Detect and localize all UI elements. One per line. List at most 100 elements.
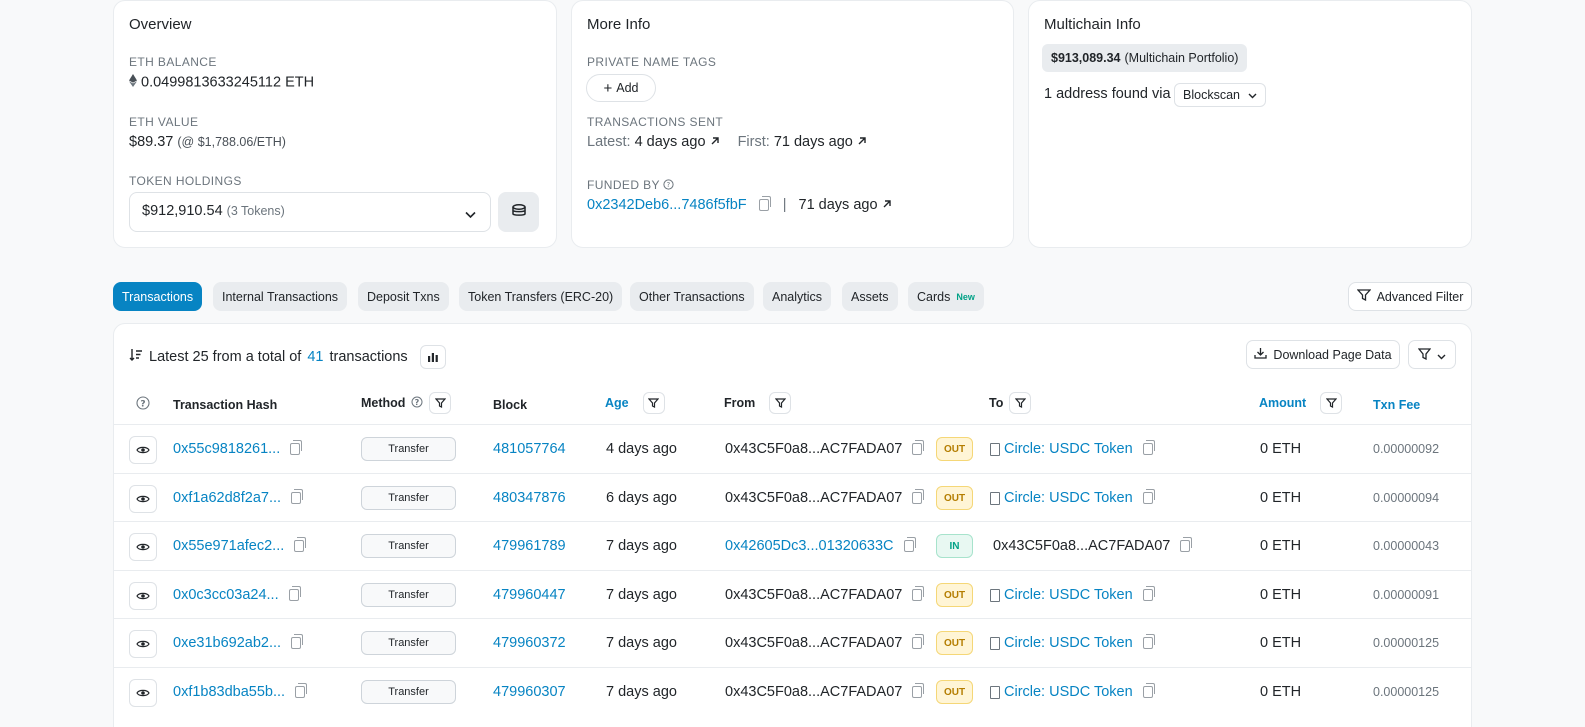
amount-cell: 0 ETH: [1260, 490, 1302, 506]
tx-hash-link[interactable]: 0xf1a62d8f2a7...: [173, 490, 281, 506]
filter-icon: [1356, 289, 1372, 304]
copy-icon[interactable]: [1142, 489, 1155, 504]
tab-internal-transactions[interactable]: Internal Transactions: [213, 282, 348, 311]
direction-badge: OUT: [936, 486, 973, 510]
to-address[interactable]: 0x43C5F0a8...AC7FADA07: [993, 538, 1170, 554]
private-name-tags-label: PRIVATE NAME TAGS: [587, 55, 717, 69]
column-age[interactable]: Age: [605, 392, 665, 414]
amount-cell: 0 ETH: [1260, 538, 1302, 554]
eye-icon[interactable]: [129, 436, 157, 464]
advanced-filter-button[interactable]: Advanced Filter: [1348, 282, 1472, 311]
copy-icon[interactable]: [903, 537, 916, 552]
to-address[interactable]: Circle: USDC Token: [1004, 490, 1133, 506]
copy-icon[interactable]: [1142, 683, 1155, 698]
from-address[interactable]: 0x42605Dc3...01320633C: [725, 538, 894, 554]
to-address[interactable]: Circle: USDC Token: [1004, 635, 1133, 651]
tx-hash-link[interactable]: 0xe31b692ab2...: [173, 635, 281, 651]
tab-analytics[interactable]: Analytics: [763, 282, 832, 311]
overview-title: Overview: [129, 16, 192, 33]
funded-by-age-link[interactable]: 71 days ago: [799, 197, 878, 213]
from-address[interactable]: 0x43C5F0a8...AC7FADA07: [725, 490, 902, 506]
eye-icon[interactable]: [129, 533, 157, 561]
eye-icon[interactable]: [129, 679, 157, 707]
copy-icon[interactable]: [912, 440, 925, 455]
copy-icon[interactable]: [294, 537, 307, 552]
eye-icon[interactable]: [129, 630, 157, 658]
to-filter-button[interactable]: [1009, 392, 1032, 414]
block-link[interactable]: 479960447: [493, 587, 566, 603]
amount-filter-button[interactable]: [1320, 392, 1343, 414]
eye-icon[interactable]: [129, 485, 157, 513]
copy-icon[interactable]: [1142, 440, 1155, 455]
block-link[interactable]: 479961789: [493, 538, 566, 554]
method-badge: Transfer: [361, 437, 456, 461]
coins-icon: [511, 203, 527, 221]
tx-hash-link[interactable]: 0x55e971afec2...: [173, 538, 284, 554]
tab-assets[interactable]: Assets: [842, 282, 898, 311]
copy-icon[interactable]: [1180, 537, 1193, 552]
arrow-up-right-icon: [882, 197, 892, 213]
copy-icon[interactable]: [1142, 586, 1155, 601]
from-address[interactable]: 0x43C5F0a8...AC7FADA07: [725, 587, 902, 603]
download-page-data-button[interactable]: Download Page Data: [1246, 340, 1400, 369]
info-circle-icon: ?: [663, 178, 675, 192]
tx-hash-link[interactable]: 0xf1b83dba55b...: [173, 684, 285, 700]
table-row: 0xf1a62d8f2a7... Transfer 480347876 6 days …: [113, 473, 1472, 521]
age-cell: 7 days ago: [606, 538, 677, 554]
table-filter-dropdown[interactable]: [1408, 340, 1456, 369]
age-filter-button[interactable]: [642, 392, 665, 414]
help-header-icon[interactable]: ?: [136, 396, 150, 410]
tab-deposit-txns[interactable]: Deposit Txns: [358, 282, 449, 311]
column-amount[interactable]: Amount: [1259, 392, 1343, 414]
column-from: From: [724, 392, 792, 414]
from-address[interactable]: 0x43C5F0a8...AC7FADA07: [725, 684, 902, 700]
tab-transactions[interactable]: Transactions: [113, 282, 203, 311]
copy-icon[interactable]: [290, 440, 303, 455]
block-link[interactable]: 480347876: [493, 490, 566, 506]
eth-price: (@ $1,788.06/ETH): [177, 135, 286, 149]
transactions-sent: Latest: 4 days ago First: 71 days ago: [587, 134, 867, 150]
block-link[interactable]: 481057764: [493, 441, 566, 457]
table-row: 0xf1b83dba55b... Transfer 479960307 7 days …: [113, 667, 1472, 715]
copy-icon[interactable]: [912, 586, 925, 601]
to-address[interactable]: Circle: USDC Token: [1004, 684, 1133, 700]
copy-icon[interactable]: [295, 683, 308, 698]
copy-icon[interactable]: [288, 586, 301, 601]
from-address[interactable]: 0x43C5F0a8...AC7FADA07: [725, 635, 902, 651]
amount-cell: 0 ETH: [1260, 441, 1302, 457]
block-link[interactable]: 479960372: [493, 635, 566, 651]
total-transactions-link[interactable]: 41: [307, 349, 323, 365]
eth-balance-label: ETH BALANCE: [129, 55, 217, 69]
copy-icon[interactable]: [291, 634, 304, 649]
tx-hash-link[interactable]: 0x55c9818261...: [173, 441, 280, 457]
token-holdings-dropdown[interactable]: $912,910.54 (3 Tokens): [129, 192, 491, 232]
funded-by-address-link[interactable]: 0x2342Deb6...7486f5fbF: [587, 197, 747, 213]
tab-cards[interactable]: Cards New: [908, 282, 984, 311]
chart-icon[interactable]: [419, 345, 446, 369]
copy-icon[interactable]: [912, 683, 925, 698]
token-wallet-button[interactable]: [498, 192, 539, 232]
copy-icon[interactable]: [758, 196, 771, 212]
eye-icon[interactable]: [129, 582, 157, 610]
tab-other-transactions[interactable]: Other Transactions: [630, 282, 754, 311]
tab-token-transfers[interactable]: Token Transfers (ERC-20): [459, 282, 623, 311]
method-filter-button[interactable]: [429, 392, 452, 414]
to-address[interactable]: Circle: USDC Token: [1004, 587, 1133, 603]
copy-icon[interactable]: [912, 489, 925, 504]
first-tx-link[interactable]: 71 days ago: [774, 134, 853, 150]
column-txn-fee[interactable]: Txn Fee: [1373, 398, 1420, 412]
from-address[interactable]: 0x43C5F0a8...AC7FADA07: [725, 441, 902, 457]
eth-value: $89.37 (@ $1,788.06/ETH): [129, 134, 286, 150]
copy-icon[interactable]: [912, 634, 925, 649]
to-address[interactable]: Circle: USDC Token: [1004, 441, 1133, 457]
tx-hash-link[interactable]: 0x0c3cc03a24...: [173, 587, 279, 603]
latest-tx-link[interactable]: 4 days ago: [635, 134, 706, 150]
copy-icon[interactable]: [291, 489, 304, 504]
copy-icon[interactable]: [1142, 634, 1155, 649]
add-tag-button[interactable]: + Add: [586, 74, 656, 102]
svg-text:?: ?: [140, 400, 145, 410]
block-link[interactable]: 479960307: [493, 684, 566, 700]
multichain-portfolio-button[interactable]: $913,089.34 (Multichain Portfolio): [1042, 44, 1248, 72]
from-filter-button[interactable]: [769, 392, 792, 414]
blockscan-dropdown[interactable]: Blockscan: [1174, 83, 1266, 107]
